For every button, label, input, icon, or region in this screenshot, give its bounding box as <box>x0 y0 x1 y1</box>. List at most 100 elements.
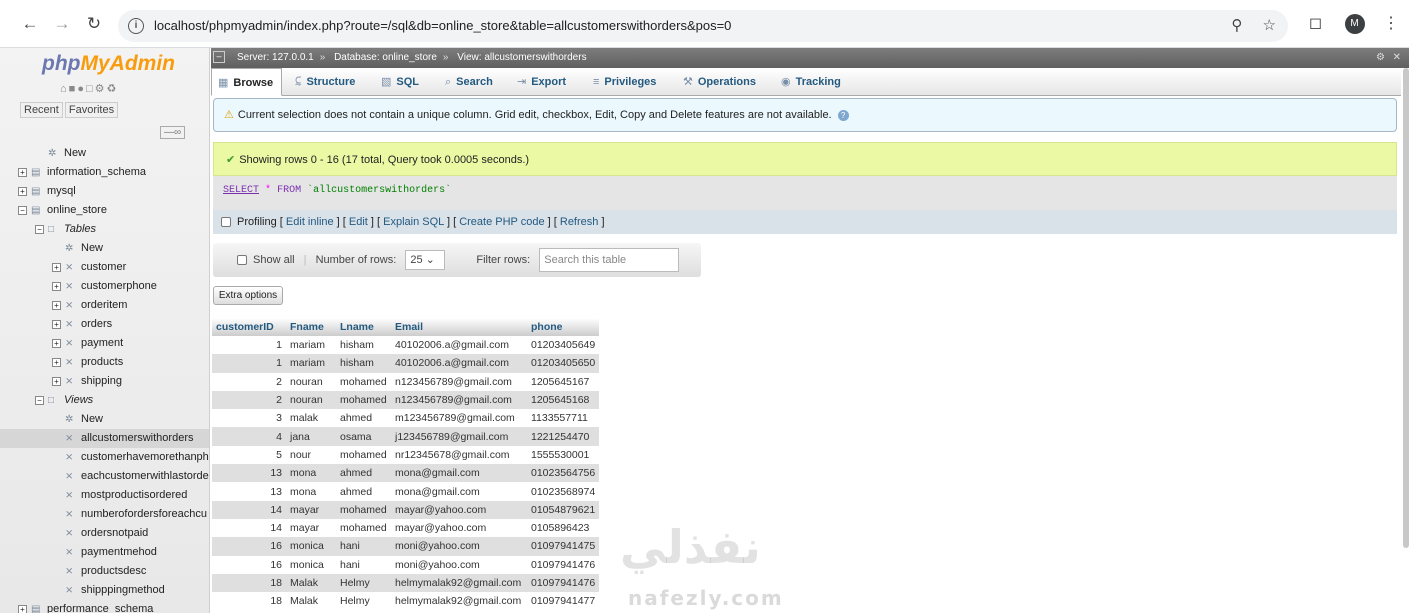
close-icon[interactable]: ✕ <box>1393 48 1401 68</box>
edit-inline-link[interactable]: Edit inline <box>286 216 334 228</box>
sidebar-item-orderitem[interactable]: + ⨯ orderitem <box>0 296 209 315</box>
sidebar-item-new[interactable]: ✲ New <box>0 410 209 429</box>
column-header-fname[interactable]: Fname <box>286 318 336 336</box>
refresh-link[interactable]: Refresh <box>560 216 599 228</box>
expand-icon[interactable]: + <box>52 376 61 386</box>
tab-browse[interactable]: ▦ Browse <box>211 68 283 96</box>
site-info-icon[interactable]: i <box>128 18 144 34</box>
tab-sql[interactable]: ▧ SQL <box>375 68 427 96</box>
sidebar-item-mysql[interactable]: + ▤ mysql <box>0 182 209 201</box>
reload-icon[interactable]: ↻ <box>84 14 104 34</box>
docs-icon[interactable]: □ <box>86 83 95 95</box>
scrollbar[interactable] <box>1403 68 1409 548</box>
sidebar-item-productsdesc[interactable]: ⨯ productsdesc <box>0 562 209 581</box>
bookmark-star-icon[interactable]: ☆ <box>1263 17 1276 34</box>
table-cell-email: helmymalak92@gmail.com <box>391 573 527 593</box>
zoom-icon[interactable]: ⚲ <box>1231 17 1242 34</box>
phpmyadmin-logo[interactable]: phpMyAdmin <box>42 52 175 76</box>
sidebar-item-views[interactable]: − □ Views <box>0 391 209 410</box>
breadcrumb-view[interactable]: View: allcustomerswithorders <box>457 52 586 63</box>
sidebar-item-payment[interactable]: + ⨯ payment <box>0 334 209 353</box>
sidebar-item-products[interactable]: + ⨯ products <box>0 353 209 372</box>
tab-operations[interactable]: ⚒ Operations <box>677 68 764 96</box>
sidebar-item-eachcustomerwithlastorde[interactable]: ⨯ eachcustomerwithlastorde <box>0 467 209 486</box>
tab-privileges[interactable]: ≡ Privileges <box>587 68 664 96</box>
sidebar-item-customerhavemorethanph[interactable]: ⨯ customerhavemorethanph <box>0 448 209 467</box>
breadcrumb-server[interactable]: Server: 127.0.0.1 <box>237 52 314 63</box>
expand-icon[interactable]: + <box>52 281 61 291</box>
sidebar-item-numberofordersforeachcu[interactable]: ⨯ numberofordersforeachcu <box>0 505 209 524</box>
expand-icon[interactable]: + <box>52 319 61 329</box>
expand-icon[interactable]: + <box>52 262 61 272</box>
rows-select[interactable]: 25 ⌄ <box>405 250 446 271</box>
tab-structure[interactable]: ⫇ Structure <box>289 68 363 96</box>
help-icon[interactable]: ? <box>837 110 849 121</box>
reload-nav-icon[interactable]: ♻ <box>107 83 119 95</box>
sidebar-item-tables[interactable]: − □ Tables <box>0 220 209 239</box>
sidebar-item-shipping[interactable]: + ⨯ shipping <box>0 372 209 391</box>
show-all-checkbox[interactable] <box>237 255 247 266</box>
back-arrow-icon[interactable]: ← <box>20 14 40 34</box>
expand-icon[interactable]: − <box>35 395 44 405</box>
sidebar-item-customerphone[interactable]: + ⨯ customerphone <box>0 277 209 296</box>
avatar[interactable]: M <box>1344 13 1365 34</box>
edit-link[interactable]: Edit <box>349 216 368 228</box>
tab-tracking[interactable]: ◉ Tracking <box>775 68 849 96</box>
column-header-customerid[interactable]: customerID <box>212 318 286 336</box>
warning-icon: ⚠ <box>224 109 234 121</box>
expand-icon[interactable]: − <box>35 224 44 234</box>
url-text[interactable]: localhost/phpmyadmin/index.php?route=/sq… <box>154 18 731 33</box>
settings-icon[interactable]: ⚙ <box>95 83 107 95</box>
expand-icon[interactable]: + <box>52 338 61 348</box>
sidebar-item-orders[interactable]: + ⨯ orders <box>0 315 209 334</box>
extra-options-button[interactable]: Extra options <box>213 286 283 305</box>
column-header-lname[interactable]: Lname <box>336 318 391 336</box>
sidebar-item-performance-schema[interactable]: + ▤ performance_schema <box>0 600 209 613</box>
logo-shortcut-icons[interactable]: ⌂■●□⚙♻ <box>60 82 118 95</box>
favorites-tab[interactable]: Favorites <box>64 102 119 118</box>
forward-arrow-icon[interactable]: → <box>52 14 72 34</box>
tab-search[interactable]: ⌕ Search <box>439 68 501 96</box>
sidebar-item-new[interactable]: ✲ New <box>0 239 209 258</box>
table-cell-phone: 01203405649 <box>527 336 600 355</box>
sidebar-item-label: orderitem <box>81 299 128 311</box>
tab-export[interactable]: ⇥ Export <box>511 68 574 96</box>
table-cell-customerid: 18 <box>212 573 286 593</box>
expand-icon[interactable]: − <box>18 205 27 215</box>
sidebar-item-mostproductisordered[interactable]: ⨯ mostproductisordered <box>0 486 209 505</box>
column-header-phone[interactable]: phone <box>527 318 600 336</box>
create-php-code-link[interactable]: Create PHP code <box>459 216 544 228</box>
address-bar[interactable]: i localhost/phpmyadmin/index.php?route=/… <box>118 10 1288 42</box>
filter-input[interactable]: Search this table <box>539 248 680 273</box>
export-icon: ⇥ <box>517 76 527 88</box>
sql-query[interactable]: SELECT * FROM `allcustomerswithorders` <box>213 176 1397 210</box>
help-icon[interactable]: ● <box>77 83 86 95</box>
sidebar-item-shipppingmethod[interactable]: ⨯ shipppingmethod <box>0 581 209 600</box>
navigation-panel: phpMyAdmin ⌂■●□⚙♻ Recent Favorites —∞ ✲ Ne… <box>0 48 210 613</box>
expand-icon[interactable]: + <box>52 300 61 310</box>
kebab-menu-icon[interactable]: ⋮ <box>1383 15 1399 32</box>
sidebar-item-allcustomerswithorders[interactable]: ⨯ allcustomerswithorders <box>0 429 209 448</box>
breadcrumb-database[interactable]: Database: online_store <box>334 52 437 63</box>
sidebar-item-information-schema[interactable]: + ▤ information_schema <box>0 163 209 182</box>
profiling-checkbox[interactable] <box>221 217 231 228</box>
expand-icon[interactable]: + <box>18 186 27 196</box>
sidebar-item-new[interactable]: ✲ New <box>0 144 209 163</box>
expand-icon[interactable]: + <box>18 604 27 613</box>
expand-icon[interactable]: + <box>18 167 27 177</box>
collapse-all-icon[interactable]: —∞ <box>160 126 186 139</box>
gear-icon[interactable]: ⚙ <box>1376 48 1385 68</box>
explain-sql-link[interactable]: Explain SQL <box>383 216 444 228</box>
logout-icon[interactable]: ■ <box>69 83 78 95</box>
sidebar-item-ordersnotpaid[interactable]: ⨯ ordersnotpaid <box>0 524 209 543</box>
home-icon[interactable]: ⌂ <box>60 83 69 95</box>
expand-icon[interactable]: + <box>52 357 61 367</box>
sidebar-item-paymentmehod[interactable]: ⨯ paymentmehod <box>0 543 209 562</box>
sidebar-item-customer[interactable]: + ⨯ customer <box>0 258 209 277</box>
minimize-nav-icon[interactable]: – <box>213 51 225 63</box>
column-header-email[interactable]: Email <box>391 318 527 336</box>
table-row: 5 nour mohamed nr12345678@gmail.com 15555300… <box>212 445 600 465</box>
sidebar-item-online-store[interactable]: − ▤ online_store <box>0 201 209 220</box>
recent-tab[interactable]: Recent <box>20 102 63 118</box>
extensions-icon[interactable]: ◻ <box>1309 15 1322 32</box>
